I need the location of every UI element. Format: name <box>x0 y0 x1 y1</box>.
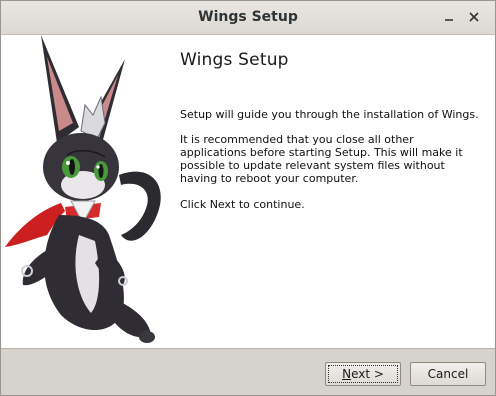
minimize-icon <box>445 19 453 21</box>
setup-window: Wings Setup Wings Setup Setup will guide… <box>0 0 496 396</box>
minimize-button[interactable] <box>439 7 459 27</box>
intro-text: Setup will guide you through the install… <box>180 108 479 121</box>
window-title: Wings Setup <box>198 9 298 25</box>
next-button-label: ext > <box>351 367 384 381</box>
next-button[interactable]: Next > <box>325 362 401 386</box>
recommendation-text: It is recommended that you close all oth… <box>180 133 463 185</box>
page-heading: Wings Setup <box>180 50 289 70</box>
continue-instruction-text: Click Next to continue. <box>180 198 305 211</box>
cancel-button[interactable]: Cancel <box>410 362 486 386</box>
close-button[interactable] <box>464 7 484 27</box>
cat-mascot-illustration <box>5 35 161 343</box>
next-button-mnemonic: N <box>342 367 352 381</box>
button-bar: Next > Cancel <box>1 348 495 395</box>
wizard-content: Wings Setup Setup will guide you through… <box>1 35 495 348</box>
close-icon <box>469 12 479 22</box>
title-bar[interactable]: Wings Setup <box>1 1 495 35</box>
